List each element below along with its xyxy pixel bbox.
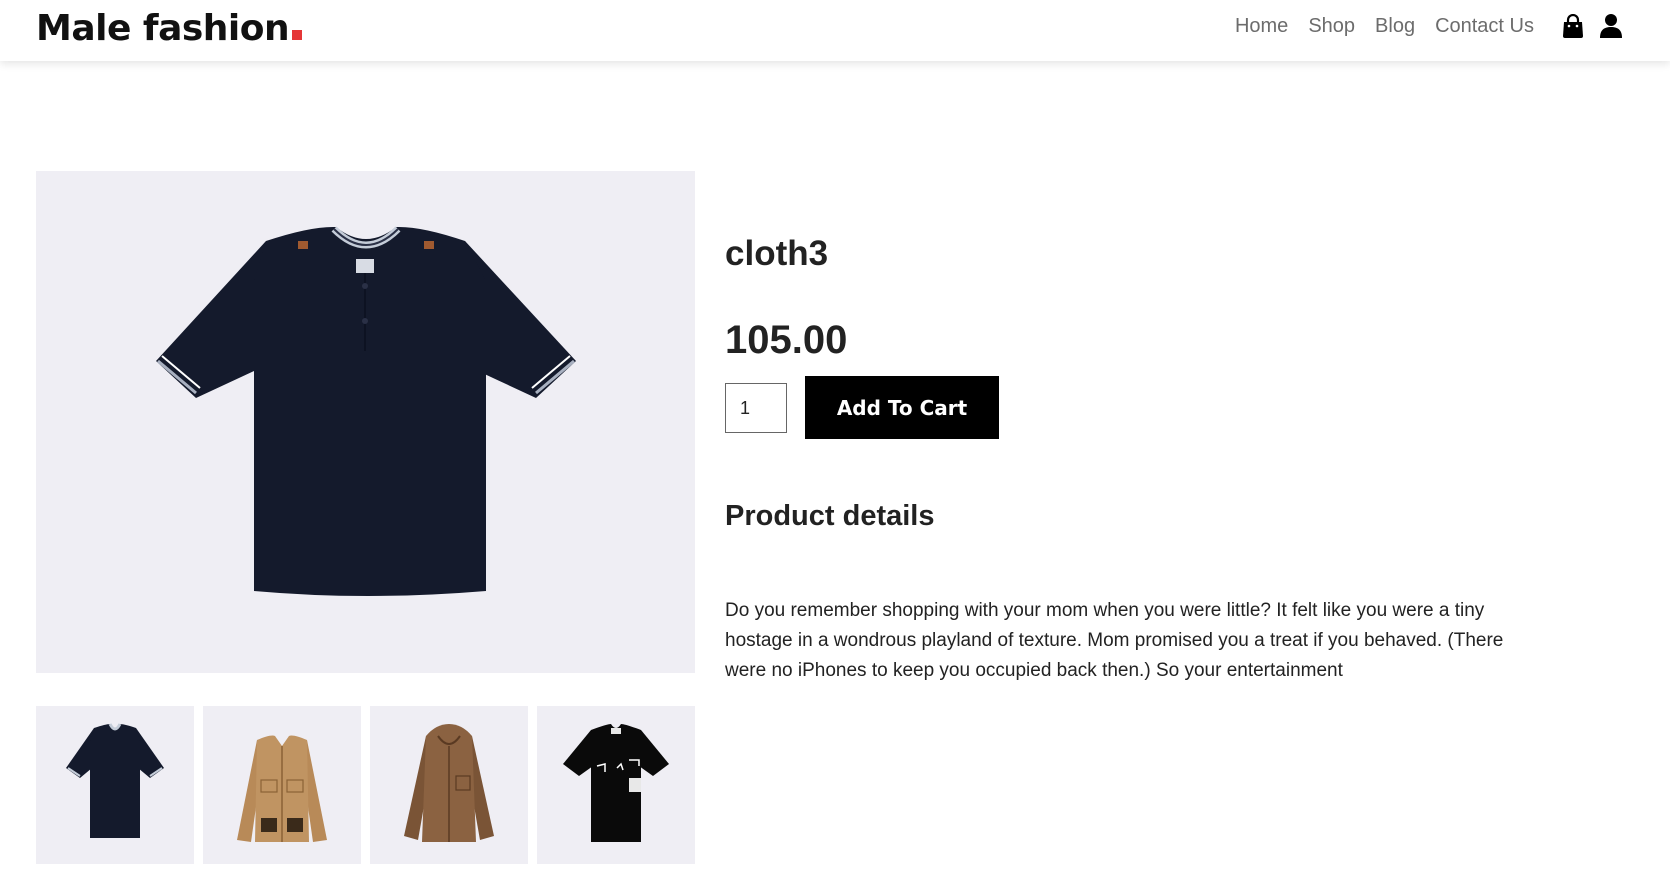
main-product-image (36, 171, 695, 673)
user-icon[interactable] (1600, 14, 1622, 38)
thumbnail-tan-jacket[interactable] (203, 706, 361, 864)
shopping-bag-icon[interactable] (1562, 14, 1584, 38)
nav-links: Home Shop Blog Contact Us (1235, 14, 1630, 38)
nav-shop-link[interactable]: Shop (1308, 15, 1355, 38)
nav-home-link[interactable]: Home (1235, 15, 1288, 38)
thumbnail-brown-hooded-shirt[interactable] (370, 706, 528, 864)
logo-dot (292, 30, 303, 40)
product-title: cloth3 (725, 234, 829, 273)
navbar: Male fashion Home Shop Blog Contact Us (0, 0, 1670, 61)
logo[interactable]: Male fashion (36, 8, 303, 49)
product-details-heading: Product details (725, 500, 935, 532)
navy-polo-shirt-image (156, 226, 576, 596)
thumbnail-navy-polo[interactable] (36, 706, 194, 864)
thumbnail-black-print-tshirt[interactable] (537, 706, 695, 864)
nav-contact-link[interactable]: Contact Us (1435, 15, 1534, 38)
logo-text[interactable]: Male fashion (36, 8, 290, 49)
product-price: 105.00 (725, 318, 848, 362)
nav-blog-link[interactable]: Blog (1375, 15, 1415, 38)
thumbnail-gallery (36, 706, 695, 864)
product-description: Do you remember shopping with your mom w… (725, 600, 1504, 681)
add-to-cart-button[interactable]: Add To Cart (805, 376, 999, 439)
quantity-input[interactable] (725, 383, 787, 433)
